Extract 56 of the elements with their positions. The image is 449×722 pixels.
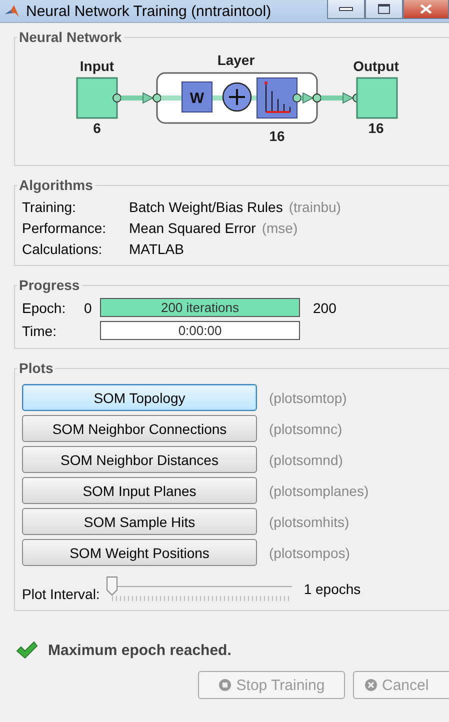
minimize-icon bbox=[339, 7, 353, 11]
end-value: 200 bbox=[313, 300, 336, 316]
plot-button[interactable]: SOM Input Planes bbox=[22, 477, 257, 504]
status-message: Maximum epoch reached. bbox=[48, 642, 232, 658]
function-name: (plotsompos) bbox=[269, 544, 351, 560]
weight-icon: W bbox=[182, 82, 212, 112]
field-label: Calculations: bbox=[22, 241, 104, 257]
window-title: Neural Network Training (nntraintool) bbox=[26, 2, 272, 20]
function-name: (plotsomtop) bbox=[269, 390, 348, 406]
function-name: (plotsomhits) bbox=[269, 514, 350, 530]
plot-button[interactable]: SOM Topology bbox=[22, 384, 257, 411]
layer-label: Layer bbox=[217, 52, 255, 68]
group-title: Plots bbox=[18, 360, 54, 376]
close-icon bbox=[420, 4, 432, 14]
function-name: (mse) bbox=[262, 220, 298, 236]
field-label: Time: bbox=[22, 322, 58, 338]
field-label: Training: bbox=[22, 199, 77, 215]
connector-arrow bbox=[112, 92, 162, 104]
field-label: Plot Interval: bbox=[22, 586, 100, 602]
field-label: Performance: bbox=[22, 220, 108, 236]
output-node bbox=[356, 77, 398, 119]
progress-bar: 200 iterations bbox=[100, 298, 300, 317]
plot-button[interactable]: SOM Sample Hits bbox=[22, 508, 257, 535]
output-size: 16 bbox=[368, 120, 384, 136]
function-name: (plotsomnd) bbox=[269, 452, 344, 468]
group-title: Progress bbox=[18, 277, 81, 293]
close-button[interactable] bbox=[403, 0, 449, 19]
function-name: (plotsomplanes) bbox=[269, 482, 370, 498]
slider-thumb[interactable] bbox=[106, 576, 118, 596]
transfer-function-icon bbox=[256, 78, 298, 118]
input-size: 6 bbox=[93, 120, 101, 136]
field-label: Epoch: bbox=[22, 300, 67, 316]
input-node bbox=[76, 77, 118, 119]
maximize-button[interactable] bbox=[365, 0, 403, 19]
minimize-button[interactable] bbox=[327, 0, 365, 19]
plot-button[interactable]: SOM Weight Positions bbox=[22, 539, 257, 566]
group-title: Neural Network bbox=[18, 29, 123, 45]
app-logo-icon bbox=[4, 4, 20, 18]
sum-icon bbox=[222, 82, 252, 112]
field-value: Mean Squared Error bbox=[129, 220, 256, 236]
field-value: Batch Weight/Bias Rules bbox=[129, 199, 283, 215]
field-value: MATLAB bbox=[129, 241, 184, 257]
interval-value: 1 epochs bbox=[304, 581, 361, 597]
layer-size: 16 bbox=[269, 128, 285, 144]
cancel-icon bbox=[364, 678, 378, 692]
stop-icon bbox=[218, 678, 232, 692]
plot-button[interactable]: SOM Neighbor Connections bbox=[22, 415, 257, 442]
function-name: (plotsomnc) bbox=[269, 420, 344, 436]
output-label: Output bbox=[353, 58, 399, 74]
plot-button[interactable]: SOM Neighbor Distances bbox=[22, 446, 257, 473]
start-value: 0 bbox=[84, 300, 92, 316]
maximize-icon bbox=[378, 4, 390, 14]
function-name: (trainbu) bbox=[288, 199, 341, 215]
checkmark-icon bbox=[16, 641, 38, 659]
group-title: Algorithms bbox=[18, 177, 94, 193]
input-label: Input bbox=[80, 58, 114, 74]
